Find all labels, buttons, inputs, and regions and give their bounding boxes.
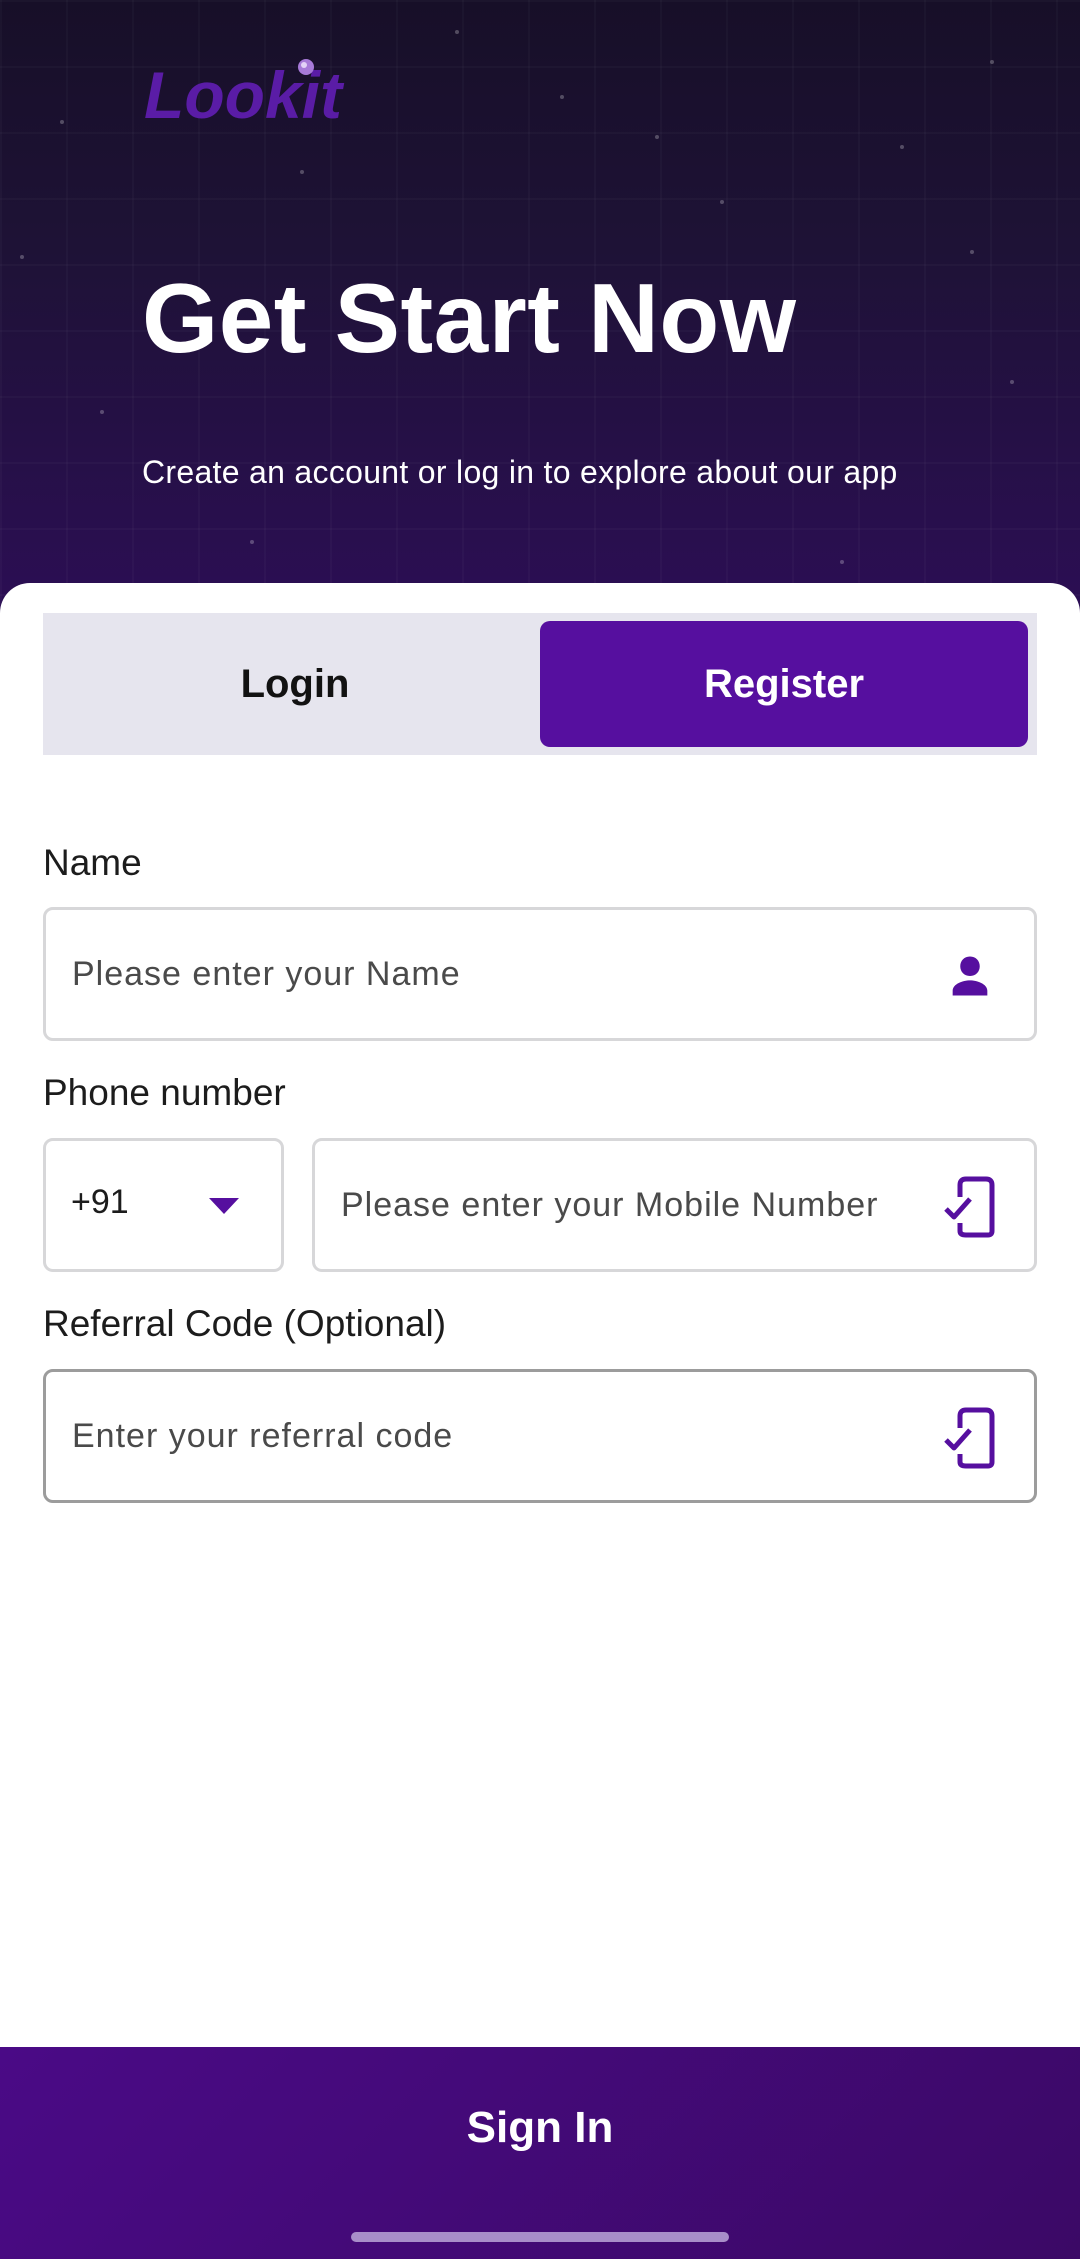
referral-field bbox=[43, 1369, 1037, 1503]
tab-login[interactable]: Login bbox=[51, 621, 539, 747]
name-field bbox=[43, 907, 1037, 1041]
auth-tabs: Login Register bbox=[43, 613, 1037, 755]
phone-field bbox=[312, 1138, 1037, 1272]
sign-in-button[interactable]: Sign In bbox=[0, 2047, 1080, 2259]
referral-input[interactable] bbox=[46, 1372, 1034, 1500]
referral-label: Referral Code (Optional) bbox=[43, 1303, 447, 1344]
person-icon bbox=[944, 950, 996, 1002]
chevron-down-icon bbox=[209, 1198, 239, 1219]
register-screen: Lookit Get Start Now Create an account o… bbox=[0, 0, 1080, 2259]
bottom-bar: Sign In bbox=[0, 2047, 1080, 2259]
phone-input[interactable] bbox=[315, 1141, 1034, 1269]
home-indicator[interactable] bbox=[351, 2232, 729, 2242]
phone-label: Phone number bbox=[43, 1072, 286, 1113]
svg-text:Lookit: Lookit bbox=[144, 58, 345, 130]
country-code-select[interactable]: +91 bbox=[43, 1138, 284, 1272]
phone-check-icon bbox=[942, 1175, 998, 1239]
tab-register[interactable]: Register bbox=[540, 621, 1028, 747]
phone-check-icon bbox=[942, 1406, 998, 1470]
country-code-value: +91 bbox=[71, 1183, 129, 1221]
name-label: Name bbox=[43, 842, 142, 883]
name-input[interactable] bbox=[46, 910, 1034, 1038]
page-subtitle: Create an account or log in to explore a… bbox=[142, 454, 898, 490]
page-title: Get Start Now bbox=[142, 263, 797, 373]
lookit-logo: Lookit bbox=[142, 50, 352, 132]
hero-header: Lookit Get Start Now Create an account o… bbox=[0, 0, 1080, 620]
